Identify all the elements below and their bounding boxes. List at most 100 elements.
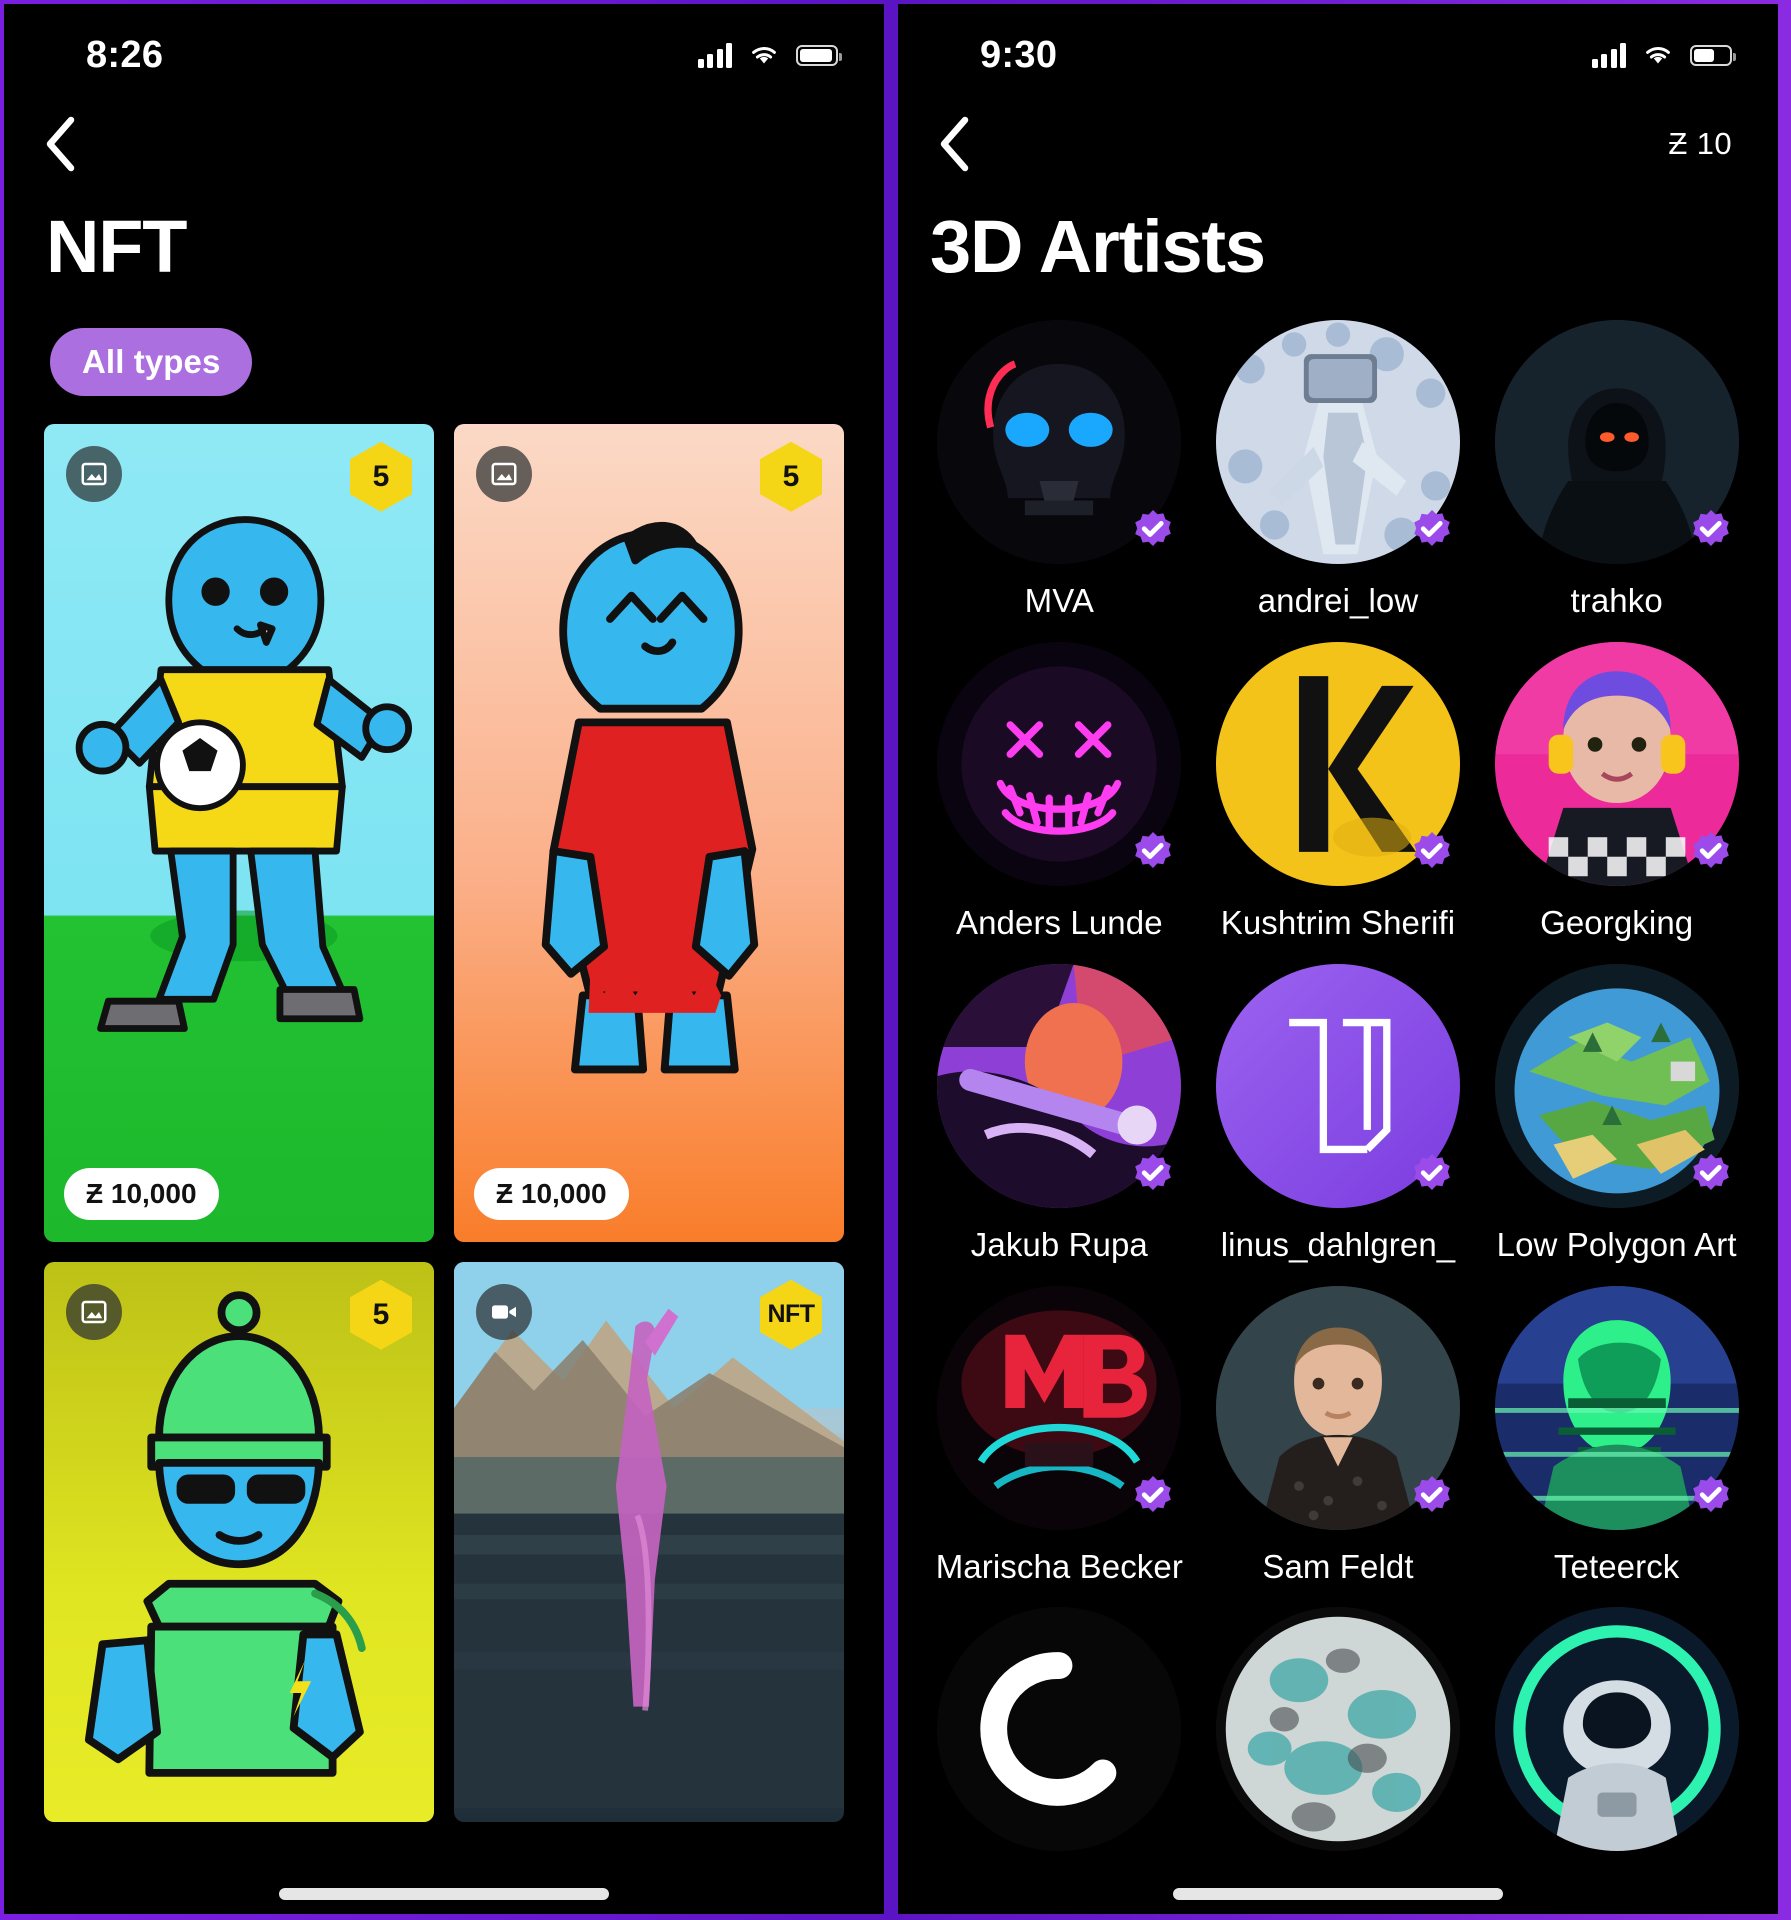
avatar-wrap <box>937 642 1181 886</box>
verified-badge-icon <box>1408 830 1456 878</box>
image-icon <box>79 1297 109 1327</box>
artist-card[interactable]: MVA <box>920 320 1199 620</box>
status-icons <box>1592 42 1733 68</box>
artist-card[interactable] <box>1199 1607 1478 1851</box>
chevron-left-icon <box>43 115 77 173</box>
wifi-icon <box>748 43 780 67</box>
artist-card[interactable]: andrei_low <box>1199 320 1478 620</box>
nft-artwork-soccer <box>44 424 434 1222</box>
nav-bar-left <box>4 96 884 192</box>
image-icon <box>79 459 109 489</box>
dual-phone-mockup: 8:26 NFT All types <box>0 0 1791 1920</box>
artist-name: Georgking <box>1540 904 1693 942</box>
artist-card[interactable] <box>1477 1607 1756 1851</box>
artist-name: trahko <box>1570 582 1662 620</box>
artist-card[interactable]: linus_dahlgren_ <box>1199 964 1478 1264</box>
marble-texture-sphere-avatar <box>1216 1607 1460 1851</box>
nft-card[interactable]: 5 Ƶ 10,000 <box>44 424 434 1242</box>
astronaut-neon-ring-avatar <box>1495 1607 1739 1851</box>
filter-chip-row: All types <box>4 286 884 396</box>
nft-artwork-heart <box>454 424 844 1222</box>
nft-card[interactable]: 5 Ƶ 10,000 <box>454 424 844 1242</box>
avatar-wrap <box>1216 642 1460 886</box>
artist-card[interactable]: Teteerck <box>1477 1286 1756 1586</box>
image-icon <box>489 459 519 489</box>
verified-badge-icon <box>1408 1474 1456 1522</box>
avatar-wrap <box>1495 964 1739 1208</box>
nft-card-grid: 5 Ƶ 10,000 <box>4 424 884 1822</box>
avatar-wrap <box>1216 964 1460 1208</box>
artist-card[interactable]: Kushtrim Sherifi <box>1199 642 1478 942</box>
verified-badge-icon <box>1129 830 1177 878</box>
price-badge: Ƶ 10,000 <box>474 1168 629 1220</box>
nft-card[interactable]: 5 <box>44 1262 434 1822</box>
artist-name: Jakub Rupa <box>971 1226 1148 1264</box>
battery-icon <box>796 45 838 66</box>
verified-badge-icon <box>1129 508 1177 556</box>
artist-card[interactable]: Georgking <box>1477 642 1756 942</box>
artist-card[interactable]: Jakub Rupa <box>920 964 1199 1264</box>
nav-bar-right: Ƶ 10 <box>898 96 1778 192</box>
verified-badge-icon <box>1408 1152 1456 1200</box>
phone-screen-nft: 8:26 NFT All types <box>4 4 884 1914</box>
avatar <box>1495 1607 1739 1851</box>
cellular-signal-icon <box>698 42 733 68</box>
artist-card[interactable]: Sam Feldt <box>1199 1286 1478 1586</box>
media-type-badge <box>66 1284 122 1340</box>
artist-name: Kushtrim Sherifi <box>1221 904 1456 942</box>
artist-card[interactable]: Anders Lunde <box>920 642 1199 942</box>
verified-badge-icon <box>1687 830 1735 878</box>
artist-name: Sam Feldt <box>1262 1548 1413 1586</box>
status-time: 9:30 <box>980 34 1057 77</box>
avatar-wrap <box>1495 642 1739 886</box>
price-badge: Ƶ 10,000 <box>64 1168 219 1220</box>
nft-card[interactable]: NFT <box>454 1262 844 1822</box>
phone-screen-artists: 9:30 Ƶ 10 3D Artists <box>898 4 1778 1914</box>
home-indicator[interactable] <box>1173 1888 1503 1900</box>
video-icon <box>488 1296 520 1328</box>
artist-card[interactable]: trahko <box>1477 320 1756 620</box>
artist-card[interactable]: Marischa Becker <box>920 1286 1199 1586</box>
artist-name: Teteerck <box>1554 1548 1680 1586</box>
home-indicator[interactable] <box>279 1888 609 1900</box>
verified-badge-icon <box>1687 508 1735 556</box>
avatar-wrap <box>1495 320 1739 564</box>
media-type-badge <box>476 446 532 502</box>
avatar-wrap <box>937 1607 1181 1851</box>
artists-grid: MVA <box>898 320 1778 1852</box>
filter-chip-all-types[interactable]: All types <box>50 328 252 396</box>
wifi-icon <box>1642 43 1674 67</box>
avatar <box>1216 1607 1460 1851</box>
chevron-left-icon <box>937 115 971 173</box>
avatar-wrap <box>1495 1607 1739 1851</box>
avatar-wrap <box>1216 1607 1460 1851</box>
avatar-wrap <box>937 964 1181 1208</box>
verified-badge-icon <box>1687 1474 1735 1522</box>
verified-badge-icon <box>1687 1152 1735 1200</box>
status-bar-right: 9:30 <box>898 4 1778 96</box>
avatar-wrap <box>1216 320 1460 564</box>
avatar <box>937 1607 1181 1851</box>
media-type-badge <box>66 446 122 502</box>
balance-label[interactable]: Ƶ 10 <box>1668 126 1732 162</box>
artist-name: Anders Lunde <box>956 904 1163 942</box>
artist-name: Low Polygon Art <box>1497 1226 1737 1264</box>
status-time: 8:26 <box>86 34 163 77</box>
artist-name: MVA <box>1025 582 1094 620</box>
avatar-wrap <box>937 320 1181 564</box>
artist-card[interactable]: Low Polygon Art <box>1477 964 1756 1264</box>
artist-name: andrei_low <box>1258 582 1419 620</box>
media-type-badge <box>476 1284 532 1340</box>
page-title: 3D Artists <box>898 192 1778 286</box>
back-button[interactable] <box>922 112 986 176</box>
artist-name: linus_dahlgren_ <box>1221 1226 1456 1264</box>
battery-icon <box>1690 45 1732 66</box>
white-ring-logo-avatar <box>937 1607 1181 1851</box>
avatar-wrap <box>1495 1286 1739 1530</box>
cellular-signal-icon <box>1592 42 1627 68</box>
avatar-wrap <box>937 1286 1181 1530</box>
artist-name: Marischa Becker <box>936 1548 1183 1586</box>
back-button[interactable] <box>28 112 92 176</box>
artist-card[interactable] <box>920 1607 1199 1851</box>
page-title: NFT <box>4 192 884 286</box>
